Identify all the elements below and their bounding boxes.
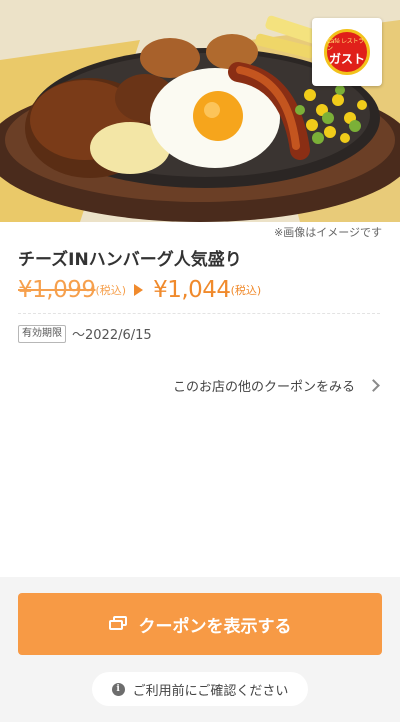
other-coupons-link[interactable]: このお店の他のクーポンをみる: [172, 376, 380, 395]
show-coupon-label: クーポンを表示する: [138, 616, 292, 637]
logo-emblem: Café レストラン ガスト: [324, 29, 370, 75]
old-price: ¥1,099: [18, 277, 96, 303]
price-row: ¥1,099 (税込) ¥1,044 (税込): [18, 277, 261, 303]
new-price: ¥1,044: [153, 277, 231, 303]
chevron-right-icon: [367, 379, 380, 392]
divider: [18, 313, 380, 314]
info-icon: i: [111, 682, 125, 696]
arrow-right-icon: [134, 284, 144, 296]
logo-sub-text: Café レストラン: [327, 38, 364, 52]
new-price-tax: (税込): [230, 284, 262, 297]
old-price-tax: (税込): [95, 284, 127, 297]
coupon-title: チーズINハンバーグ人気盛り: [18, 250, 242, 270]
other-coupons-label: このお店の他のクーポンをみる: [172, 380, 355, 395]
coupon-icon: [108, 616, 129, 632]
hero-image: Café レストラン ガスト: [0, 0, 400, 222]
validity-row: 有効期限 〜2022/6/15: [18, 324, 152, 343]
show-coupon-button[interactable]: クーポンを表示する: [18, 593, 382, 655]
restaurant-logo: Café レストラン ガスト: [312, 18, 382, 86]
confirm-before-use-button[interactable]: i ご利用前にご確認ください: [92, 672, 308, 706]
validity-date: 〜2022/6/15: [72, 328, 152, 343]
confirm-label: ご利用前にご確認ください: [132, 683, 289, 699]
logo-main-text: ガスト: [328, 52, 365, 66]
image-note: ※画像はイメージです: [274, 226, 382, 239]
validity-badge: 有効期限: [18, 324, 66, 343]
